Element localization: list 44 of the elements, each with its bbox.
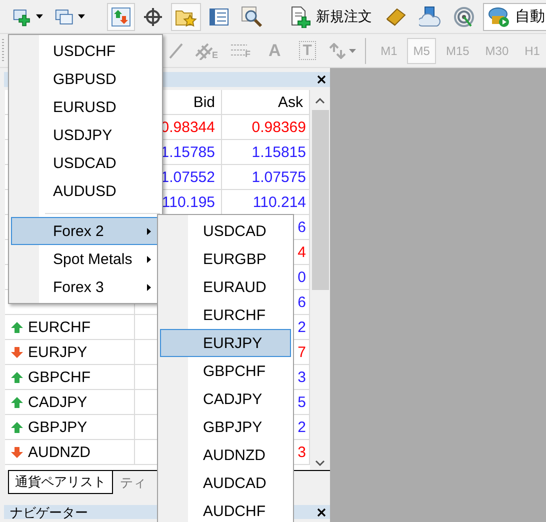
menu-item[interactable]: AUDCHF xyxy=(160,497,291,522)
menu-item[interactable]: EURJPY xyxy=(160,329,291,357)
tab[interactable]: 通貨ペアリスト xyxy=(8,471,113,494)
arrows-tool-button[interactable] xyxy=(328,42,356,58)
cloud-server-icon xyxy=(419,6,441,28)
caret-icon xyxy=(36,14,43,19)
signal-icon xyxy=(453,6,475,28)
close-icon[interactable] xyxy=(317,75,326,84)
symbol-text: CADJPY xyxy=(28,394,88,410)
submenu-arrow-icon xyxy=(147,228,151,235)
scroll-up-icon[interactable] xyxy=(315,98,325,104)
scrollbar[interactable] xyxy=(310,90,330,470)
document-plus-icon xyxy=(290,6,312,28)
crosshair-icon xyxy=(143,6,163,26)
scroll-thumb[interactable] xyxy=(312,110,328,290)
scroll-down-icon[interactable] xyxy=(315,460,325,466)
up-down-arrows-icon xyxy=(111,6,131,26)
favorites-folder-button[interactable] xyxy=(171,2,201,30)
caret-icon xyxy=(78,14,85,19)
close-icon[interactable] xyxy=(317,508,326,517)
symbol-text: AUDNZD xyxy=(28,444,90,460)
submenu-arrow-icon xyxy=(147,284,151,291)
robot-play-icon xyxy=(487,6,511,28)
windows-icon xyxy=(55,6,74,26)
navigator-title: ナビゲーター xyxy=(10,505,88,519)
auto-trading-button[interactable]: 自動 xyxy=(483,2,546,30)
menu-item[interactable]: AUDCAD xyxy=(160,469,291,497)
menu-item[interactable]: Spot Metals xyxy=(11,245,160,273)
chart-plus-icon xyxy=(13,6,32,26)
symbol-text: EURJPY xyxy=(28,344,88,360)
menu-item[interactable]: USDCHF xyxy=(11,37,160,65)
menu-item[interactable]: Forex 3 xyxy=(11,273,160,301)
menu-item[interactable]: GBPUSD xyxy=(11,65,160,93)
menu-item[interactable]: Forex 2 xyxy=(11,217,160,245)
tab[interactable]: ティ xyxy=(113,471,153,494)
market-watch-button[interactable] xyxy=(107,2,135,30)
symbol-text: EURCHF xyxy=(28,318,90,336)
list-icon xyxy=(209,6,229,26)
book-icon xyxy=(385,6,407,26)
magnifier-icon xyxy=(241,6,263,28)
symbol-text: GBPJPY xyxy=(28,418,88,436)
symbol-text: GBPCHF xyxy=(28,368,91,386)
submenu-arrow-icon xyxy=(147,256,151,263)
new-order-button[interactable]: 新規注文 xyxy=(285,2,377,30)
